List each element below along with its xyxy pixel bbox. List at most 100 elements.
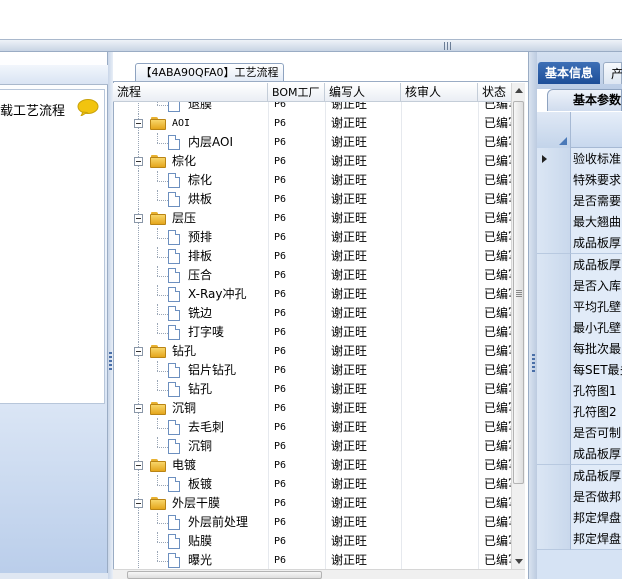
property-name-cell[interactable]: 是否做邦 [571,486,622,508]
row-header[interactable] [537,317,571,339]
tree-item-row[interactable]: 铝片钻孔 P6 谢正旺 已编写 [113,361,511,380]
property-name-cell[interactable]: 最大翘曲 [571,211,622,233]
tab-product-label[interactable]: 产 [611,65,622,82]
tree-folder-row[interactable]: 棕化 P6 谢正旺 已编写 [113,152,511,171]
row-header[interactable] [537,232,571,254]
tree-folder-row[interactable]: 外层干膜 P6 谢正旺 已编写 [113,494,511,513]
property-name-cell[interactable]: 孔符图2 [571,401,622,423]
row-header[interactable] [537,528,571,550]
tree-node-label[interactable]: 外层前处理 [188,513,248,532]
row-header[interactable] [537,190,571,212]
tree-node-label[interactable]: 电镀 [172,456,196,475]
row-header[interactable] [537,296,571,318]
tree-node-label[interactable]: 层压 [172,209,196,228]
property-row[interactable]: 最大翘曲 [537,211,622,233]
tree-item-row[interactable]: 压合 P6 谢正旺 已编写 [113,266,511,285]
tree-folder-row[interactable]: AOI P6 谢正旺 已编写 [113,114,511,133]
scroll-up-arrow-icon[interactable] [515,88,523,93]
tree-item-row[interactable]: 外层前处理 P6 谢正旺 已编写 [113,513,511,532]
collapse-toggle-icon[interactable] [134,157,143,166]
property-name-cell[interactable]: 成品板厚 [571,465,622,487]
tree-node-label[interactable]: AOI [172,114,190,133]
property-row[interactable]: 每批次最 [537,338,622,360]
collapse-toggle-icon[interactable] [134,499,143,508]
tree-node-label[interactable]: 板镀 [188,475,212,494]
tree-item-row[interactable]: 排板 P6 谢正旺 已编写 [113,247,511,266]
property-row[interactable]: 是否需要 [537,190,622,212]
collapse-toggle-icon[interactable] [134,461,143,470]
property-row[interactable]: 最小孔壁 [537,317,622,339]
tree-item-row[interactable]: 棕化 P6 谢正旺 已编写 [113,171,511,190]
process-grid-vertical-scrollbar[interactable] [511,83,525,569]
tree-folder-row[interactable]: 沉铜 P6 谢正旺 已编写 [113,399,511,418]
row-header[interactable] [537,422,571,444]
property-name-cell[interactable]: 是否需要 [571,190,622,212]
top-splitter[interactable] [0,39,622,52]
tree-node-label[interactable]: 内层AOI [188,133,233,152]
collapse-toggle-icon[interactable] [134,214,143,223]
scrollbar-thumb[interactable] [127,571,322,579]
left-panel-scrollbar[interactable] [0,573,108,579]
column-header-bom-factory[interactable]: BOM工厂 [268,83,325,102]
tree-node-label[interactable]: 打字唛 [188,323,224,342]
tree-node-label[interactable]: 铝片钻孔 [188,361,236,380]
tree-folder-row[interactable]: 层压 P6 谢正旺 已编写 [113,209,511,228]
right-splitter[interactable] [528,52,537,579]
grid-corner-header[interactable] [537,112,571,148]
tree-node-label[interactable]: 沉铜 [188,437,212,456]
tree-node-label[interactable]: 棕化 [188,171,212,190]
collapse-toggle-icon[interactable] [134,347,143,356]
property-row[interactable]: 成品板厚 [537,443,622,465]
property-name-cell[interactable]: 成品板厚 [571,232,622,254]
tree-item-row[interactable]: 内层AOI P6 谢正旺 已编写 [113,133,511,152]
property-name-cell[interactable]: 是否可制 [571,422,622,444]
row-header[interactable] [537,465,571,487]
property-name-cell[interactable]: 验收标准 [571,148,622,170]
tree-node-label[interactable]: 预排 [188,228,212,247]
property-name-cell[interactable]: 平均孔壁 [571,296,622,318]
row-header[interactable] [537,359,571,381]
property-name-cell[interactable]: 邦定焊盘 [571,528,622,550]
property-name-cell[interactable]: 最小孔壁 [571,317,622,339]
tree-item-row[interactable]: X-Ray冲孔 P6 谢正旺 已编写 [113,285,511,304]
column-header-status[interactable]: 状态 [478,83,511,102]
tree-folder-row[interactable]: 钻孔 P6 谢正旺 已编写 [113,342,511,361]
property-row[interactable]: 成品板厚 [537,254,622,276]
tree-item-row[interactable]: 板镀 P6 谢正旺 已编写 [113,475,511,494]
property-name-cell[interactable]: 特殊要求 [571,169,622,191]
property-name-cell[interactable]: 每批次最 [571,338,622,360]
property-row[interactable]: 是否可制 [537,422,622,444]
tree-node-label[interactable]: 沉铜 [172,399,196,418]
tree-node-label[interactable]: 贴膜 [188,532,212,551]
property-name-cell[interactable]: 邦定焊盘 [571,507,622,529]
row-header[interactable] [537,275,571,297]
tree-folder-row[interactable]: 电镀 P6 谢正旺 已编写 [113,456,511,475]
tree-item-row[interactable]: 曝光 P6 谢正旺 已编写 [113,551,511,569]
tree-node-label[interactable]: 去毛刺 [188,418,224,437]
collapse-toggle-icon[interactable] [134,119,143,128]
tree-node-label[interactable]: 铣边 [188,304,212,323]
tree-item-row[interactable]: 铣边 P6 谢正旺 已编写 [113,304,511,323]
property-row[interactable]: 成品板厚 [537,232,622,254]
property-row[interactable]: 邦定焊盘 [537,507,622,529]
process-grid-horizontal-scrollbar[interactable] [113,569,525,579]
tree-node-label[interactable]: 压合 [188,266,212,285]
column-header-flow[interactable]: 流程 [113,83,268,102]
property-row[interactable]: 验收标准 [537,148,622,170]
row-header[interactable] [537,169,571,191]
row-header[interactable] [537,380,571,402]
property-row[interactable]: 孔符图2 [537,401,622,423]
property-row[interactable]: 每SET最多 [537,359,622,381]
property-row[interactable]: 是否做邦 [537,486,622,508]
tree-item-row[interactable]: 烘板 P6 谢正旺 已编写 [113,190,511,209]
tree-item-row[interactable]: 钻孔 P6 谢正旺 已编写 [113,380,511,399]
tree-item-row[interactable]: 打字唛 P6 谢正旺 已编写 [113,323,511,342]
property-name-cell[interactable]: 每SET最多 [571,359,622,381]
subtab-basic-params[interactable]: 基本参数 [547,89,622,111]
row-header[interactable] [537,507,571,529]
column-header-writer[interactable]: 编写人 [325,83,401,102]
row-header[interactable] [537,254,571,276]
tree-item-row[interactable]: 去毛刺 P6 谢正旺 已编写 [113,418,511,437]
tree-item-row[interactable]: 贴膜 P6 谢正旺 已编写 [113,532,511,551]
property-row[interactable]: 邦定焊盘 [537,528,622,550]
